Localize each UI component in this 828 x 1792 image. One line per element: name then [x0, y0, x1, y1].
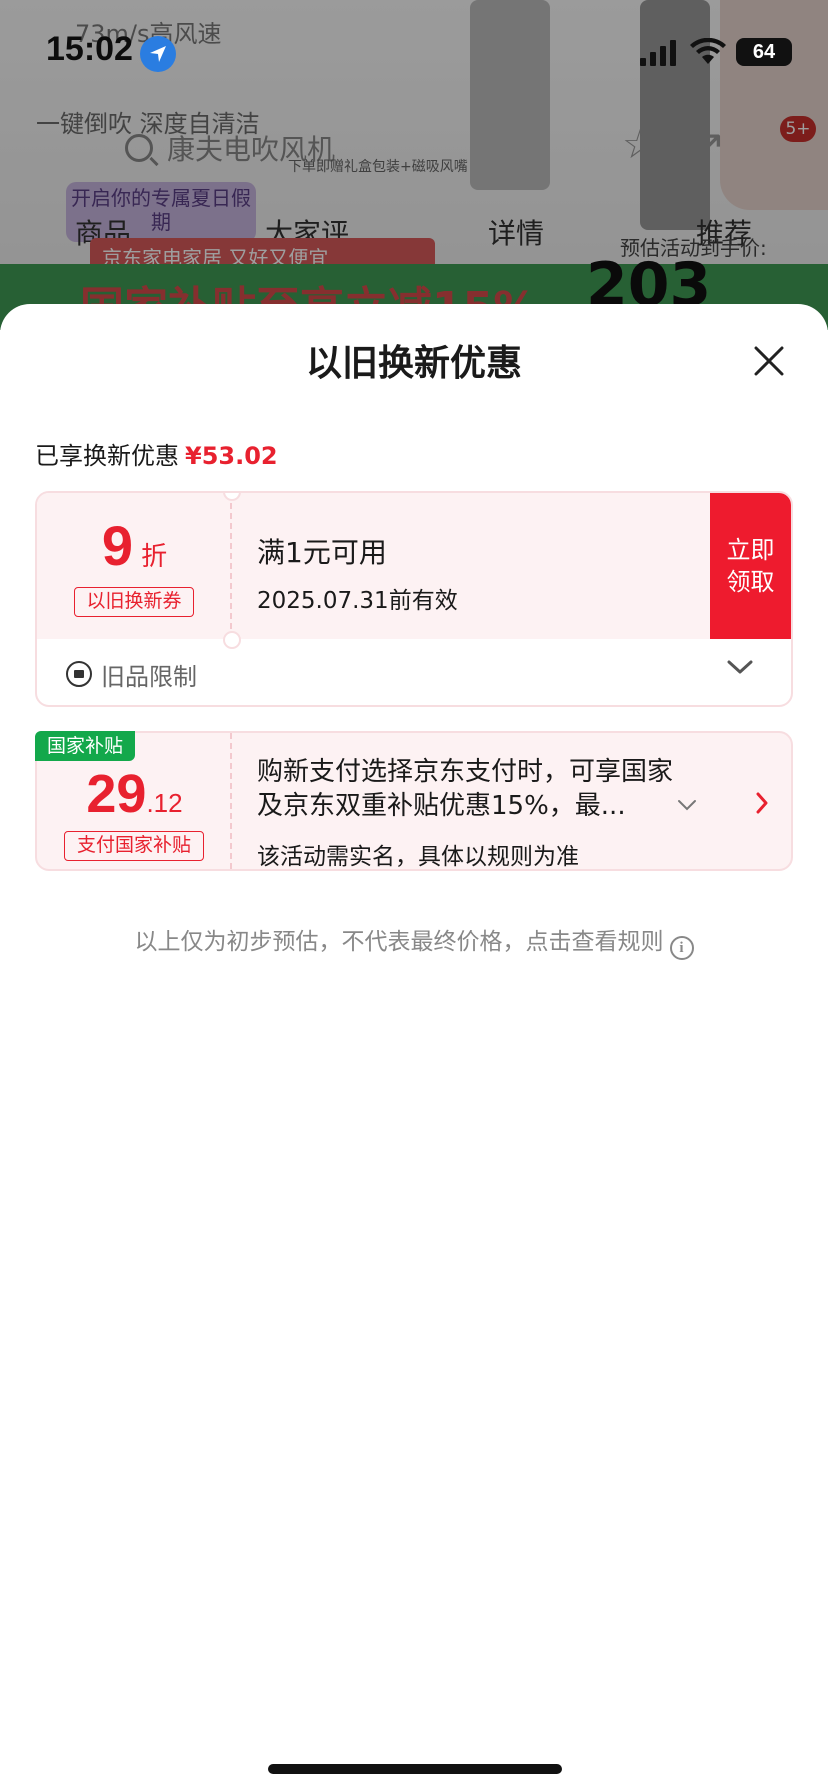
subsidy-note: 该活动需实名，具体以规则为准	[257, 844, 579, 870]
chevron-right-icon[interactable]	[755, 791, 769, 815]
coupon-discount-unit: 折	[141, 542, 168, 572]
subsidy-desc-line-1: 购新支付选择京东支付时，可享国家	[257, 757, 674, 787]
restriction-label: 旧品限制	[101, 663, 197, 691]
subsidy-amount: 29.12	[37, 763, 232, 825]
status-time: 15:02	[46, 30, 133, 68]
subsidy-desc-line-2: 及京东双重补贴优惠15%，最...	[257, 791, 626, 821]
disclaimer-text: 以上仅为初步预估，不代表最终价格，点击查看规则	[134, 929, 664, 955]
coupon-discount-number: 9	[101, 514, 134, 577]
close-icon[interactable]	[752, 344, 786, 378]
enjoyed-discount: 已享换新优惠 ¥53.02	[35, 436, 278, 471]
subsidy-description: 购新支付选择京东支付时，可享国家 及京东双重补贴优惠15%，最...	[257, 755, 727, 823]
price-disclaimer-link[interactable]: 以上仅为初步预估，不代表最终价格，点击查看规则 i	[0, 922, 828, 960]
coupon-value-area: 9折 以旧换新券	[37, 493, 232, 639]
coupon-body: 9折 以旧换新券 满1元可用 2025.07.31前有效 立即领取	[37, 493, 791, 639]
coupon-discount: 9折	[37, 513, 232, 578]
trade-in-coupon-card: 9折 以旧换新券 满1元可用 2025.07.31前有效 立即领取 旧品限制	[35, 491, 793, 707]
coupon-validity: 2025.07.31前有效	[257, 588, 458, 614]
national-subsidy-flag: 国家补贴	[35, 731, 135, 761]
subsidy-type-tag: 支付国家补贴	[64, 831, 204, 861]
subsidy-amount-int: 29	[86, 764, 147, 824]
trade-in-discount-sheet: 以旧换新优惠 已享换新优惠 ¥53.02 9折 以旧换新券 满1元可用 2025.…	[0, 304, 828, 1792]
enjoyed-amount: ¥53.02	[185, 442, 278, 470]
coupon-condition: 满1元可用	[257, 536, 387, 569]
battery-icon: 64	[736, 38, 792, 66]
location-icon	[140, 36, 176, 72]
chevron-down-icon	[727, 660, 753, 674]
enjoyed-label: 已享换新优惠	[35, 442, 179, 470]
status-bar: 15:02 64	[0, 0, 828, 100]
coupon-type-tag: 以旧换新券	[74, 587, 194, 617]
expand-chevron-icon[interactable]	[677, 799, 697, 811]
sheet-title: 以旧换新优惠	[305, 343, 522, 384]
claim-coupon-button[interactable]: 立即领取	[710, 493, 791, 639]
old-item-restriction-toggle[interactable]: 旧品限制	[37, 639, 791, 705]
subsidy-amount-dec: .12	[146, 788, 183, 818]
wifi-icon	[690, 38, 726, 64]
info-icon: i	[669, 936, 694, 960]
home-indicator[interactable]	[268, 1764, 562, 1774]
restriction-icon	[66, 661, 92, 687]
signal-icon	[640, 40, 676, 66]
national-subsidy-card[interactable]: 29.12 支付国家补贴 国家补贴 购新支付选择京东支付时，可享国家 及京东双重…	[35, 731, 793, 871]
